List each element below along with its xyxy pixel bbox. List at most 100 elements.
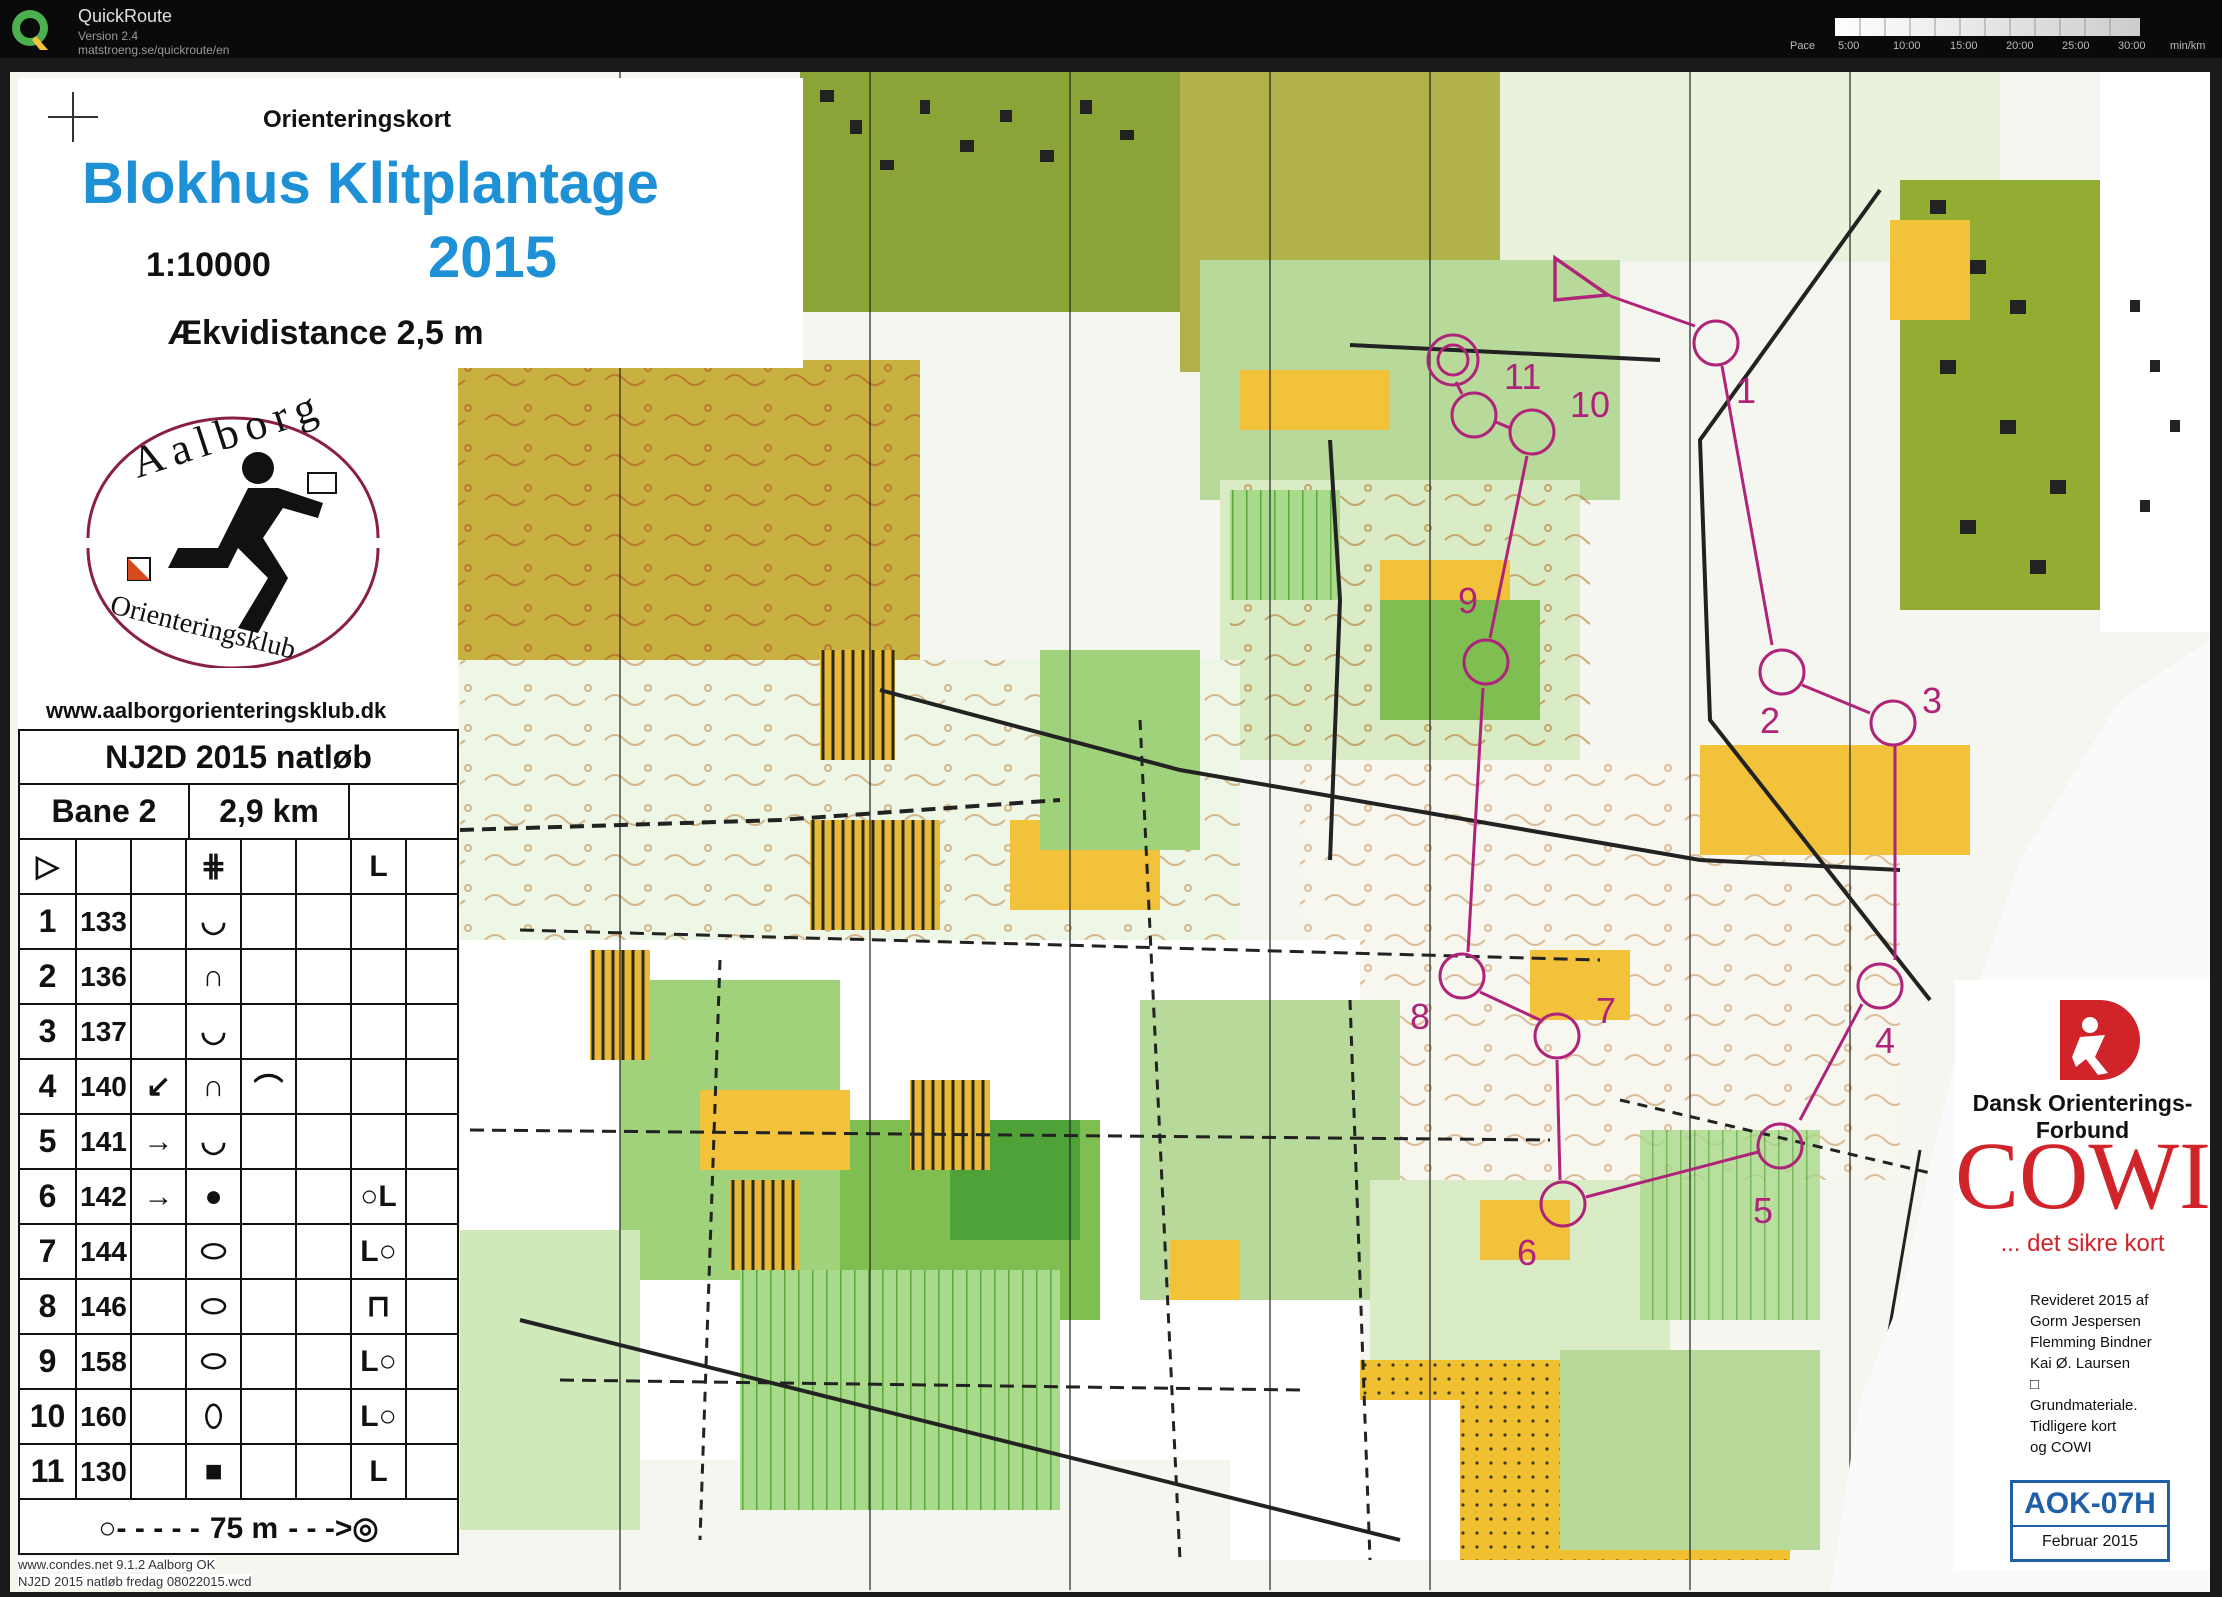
map-year: 2015 bbox=[428, 225, 558, 290]
appearance-cell bbox=[295, 1280, 350, 1333]
feature-icon: ⬯ bbox=[185, 1390, 240, 1443]
event-name: NJ2D 2015 natløb bbox=[105, 738, 372, 775]
feature-detail-icon bbox=[240, 950, 295, 1003]
revision-line: og COWI bbox=[2030, 1439, 2092, 1456]
revision-line: Tidligere kort bbox=[2030, 1418, 2117, 1435]
control-description-table: NJ2D 2015 natløb Bane 2 2,9 km ▷ ⋕ L 1 13… bbox=[18, 729, 459, 1555]
start-position-icon: L bbox=[350, 840, 405, 893]
start-symbol-icon: ▷ bbox=[35, 850, 60, 883]
feature-icon: ■ bbox=[185, 1445, 240, 1498]
control-label: 6 bbox=[1517, 1232, 1538, 1273]
map-type-label: Orienteringskort bbox=[263, 106, 452, 133]
direction-icon bbox=[130, 895, 185, 948]
course-name: Bane 2 bbox=[51, 793, 157, 829]
appearance-cell bbox=[295, 950, 350, 1003]
feature-detail-icon bbox=[240, 1280, 295, 1333]
control-number: 6 bbox=[38, 1178, 57, 1214]
appearance-cell bbox=[295, 1445, 350, 1498]
other-cell bbox=[405, 1115, 461, 1168]
other-cell bbox=[405, 1005, 461, 1058]
course-file: NJ2D 2015 natløb fredag 08022015.wcd bbox=[18, 1574, 252, 1589]
control-row: 8 146 ⬭ ⊓ bbox=[20, 1278, 457, 1333]
finish-start-circle-icon: ○- - - - - bbox=[98, 1511, 200, 1545]
control-label: 10 bbox=[1570, 384, 1611, 425]
control-code: 146 bbox=[75, 1280, 130, 1333]
sponsor-panel: Dansk Orienterings-Forbund COWI ... det … bbox=[1955, 980, 2211, 1570]
app-header: QuickRoute Version 2.4 matstroeng.se/qui… bbox=[0, 0, 2222, 58]
other-cell bbox=[405, 1390, 461, 1443]
control-code: 137 bbox=[75, 1005, 130, 1058]
feature-icon: ◡ bbox=[185, 895, 240, 948]
pace-label: Pace bbox=[1790, 40, 1816, 52]
contour-interval: Ækvidistance 2,5 m bbox=[168, 314, 484, 352]
control-number: 1 bbox=[38, 903, 57, 939]
other-cell bbox=[405, 1280, 461, 1333]
other-cell bbox=[405, 1225, 461, 1278]
control-number: 7 bbox=[38, 1233, 57, 1269]
finish-distance: 75 m bbox=[209, 1511, 279, 1545]
map-name: Blokhus Klitplantage bbox=[82, 151, 659, 216]
feature-icon: ⬭ bbox=[185, 1280, 240, 1333]
control-row: 2 136 ∩ bbox=[20, 948, 457, 1003]
position-icon: ⊓ bbox=[350, 1280, 405, 1333]
club-panel: Aalborg Orienteringsklub www.aalborgorie… bbox=[18, 368, 458, 730]
feature-icon: ● bbox=[185, 1170, 240, 1223]
control-row: 11 130 ■ L bbox=[20, 1443, 457, 1498]
feature-icon: ◡ bbox=[185, 1115, 240, 1168]
map-code-box: AOK-07H Februar 2015 bbox=[2010, 1480, 2170, 1562]
control-number: 8 bbox=[38, 1288, 57, 1324]
position-icon bbox=[350, 1115, 405, 1168]
control-number: 11 bbox=[30, 1453, 65, 1489]
control-row: 9 158 ⬭ L○ bbox=[20, 1333, 457, 1388]
revision-line: Kai Ø. Laursen bbox=[2030, 1355, 2131, 1372]
app-url[interactable]: matstroeng.se/quickroute/en bbox=[78, 43, 229, 57]
control-code: 140 bbox=[75, 1060, 130, 1113]
direction-icon bbox=[130, 1225, 185, 1278]
direction-icon bbox=[130, 1280, 185, 1333]
map-date: Februar 2015 bbox=[2041, 1533, 2139, 1550]
feature-detail-icon bbox=[240, 1445, 295, 1498]
appearance-cell bbox=[295, 895, 350, 948]
pace-tick: 25:00 bbox=[2062, 40, 2090, 52]
pace-tick: 10:00 bbox=[1893, 40, 1921, 52]
position-icon: L○ bbox=[350, 1390, 405, 1443]
revision-line: Grundmateriale. bbox=[2030, 1397, 2138, 1414]
position-icon bbox=[350, 950, 405, 1003]
position-icon: L○ bbox=[350, 1335, 405, 1388]
appearance-cell bbox=[295, 1060, 350, 1113]
appearance-cell bbox=[295, 1335, 350, 1388]
pace-unit: min/km bbox=[2170, 40, 2206, 52]
app-title: QuickRoute bbox=[78, 6, 173, 26]
direction-icon: → bbox=[130, 1170, 185, 1223]
position-icon bbox=[350, 1060, 405, 1113]
appearance-cell bbox=[295, 1390, 350, 1443]
revision-line: Gorm Jespersen bbox=[2030, 1313, 2141, 1330]
appearance-cell bbox=[295, 1170, 350, 1223]
feature-detail-icon: ⌒ bbox=[240, 1060, 295, 1113]
crosshair-icon bbox=[48, 92, 98, 142]
feature-icon: ⬭ bbox=[185, 1225, 240, 1278]
control-label: 7 bbox=[1596, 990, 1617, 1031]
feature-detail-icon bbox=[240, 1225, 295, 1278]
control-number: 3 bbox=[38, 1013, 57, 1049]
other-cell bbox=[405, 1445, 461, 1498]
control-number: 10 bbox=[29, 1398, 66, 1434]
club-website[interactable]: www.aalborgorienteringsklub.dk bbox=[46, 698, 386, 724]
cowi-logo: COWI bbox=[1955, 1122, 2211, 1229]
direction-icon bbox=[130, 1445, 185, 1498]
control-row: 1 133 ◡ bbox=[20, 893, 457, 948]
table-row: Bane 2 2,9 km bbox=[20, 783, 457, 838]
feature-detail-icon bbox=[240, 1115, 295, 1168]
direction-icon bbox=[130, 1335, 185, 1388]
other-cell bbox=[405, 1060, 461, 1113]
control-code: 158 bbox=[75, 1335, 130, 1388]
control-label: 2 bbox=[1760, 700, 1781, 741]
position-icon bbox=[350, 895, 405, 948]
control-code: 142 bbox=[75, 1170, 130, 1223]
start-row: ▷ ⋕ L bbox=[20, 838, 457, 893]
feature-detail-icon bbox=[240, 1170, 295, 1223]
control-label: 8 bbox=[1410, 996, 1431, 1037]
feature-detail-icon bbox=[240, 1390, 295, 1443]
app-version: Version 2.4 bbox=[78, 29, 139, 43]
control-number: 4 bbox=[38, 1068, 57, 1104]
